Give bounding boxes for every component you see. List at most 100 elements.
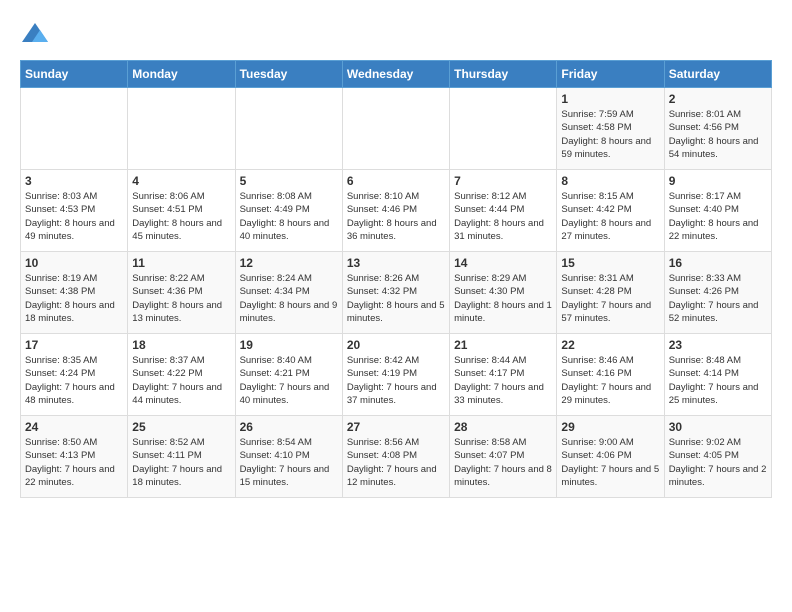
- day-number: 30: [669, 420, 767, 434]
- calendar-cell: 12 Sunrise: 8:24 AM Sunset: 4:34 PM Dayli…: [235, 252, 342, 334]
- day-number: 12: [240, 256, 338, 270]
- calendar-cell: 17 Sunrise: 8:35 AM Sunset: 4:24 PM Dayli…: [21, 334, 128, 416]
- calendar-cell: [342, 88, 449, 170]
- calendar-cell: [450, 88, 557, 170]
- calendar-cell: 7Sunrise: 8:12 AM Sunset: 4:44 PM Daylig…: [450, 170, 557, 252]
- calendar-cell: 15 Sunrise: 8:31 AM Sunset: 4:28 PM Dayli…: [557, 252, 664, 334]
- day-number: 29: [561, 420, 659, 434]
- day-number: 6: [347, 174, 445, 188]
- calendar-cell: [235, 88, 342, 170]
- calendar-cell: 11 Sunrise: 8:22 AM Sunset: 4:36 PM Dayli…: [128, 252, 235, 334]
- day-info: Sunrise: 8:46 AM Sunset: 4:16 PM Dayligh…: [561, 354, 659, 407]
- calendar-cell: 29 Sunrise: 9:00 AM Sunset: 4:06 PM Dayli…: [557, 416, 664, 498]
- calendar-week-5: 24Sunrise: 8:50 AM Sunset: 4:13 PM Dayli…: [21, 416, 772, 498]
- day-number: 17: [25, 338, 123, 352]
- day-number: 1: [561, 92, 659, 106]
- calendar-cell: 3 Sunrise: 8:03 AM Sunset: 4:53 PM Daylig…: [21, 170, 128, 252]
- logo: [20, 20, 54, 50]
- calendar-cell: 9 Sunrise: 8:17 AM Sunset: 4:40 PM Daylig…: [664, 170, 771, 252]
- day-number: 19: [240, 338, 338, 352]
- calendar-week-3: 10 Sunrise: 8:19 AM Sunset: 4:38 PM Dayli…: [21, 252, 772, 334]
- day-number: 3: [25, 174, 123, 188]
- day-number: 25: [132, 420, 230, 434]
- calendar-week-2: 3 Sunrise: 8:03 AM Sunset: 4:53 PM Daylig…: [21, 170, 772, 252]
- calendar-cell: 6 Sunrise: 8:10 AM Sunset: 4:46 PM Daylig…: [342, 170, 449, 252]
- calendar-cell: 5Sunrise: 8:08 AM Sunset: 4:49 PM Daylig…: [235, 170, 342, 252]
- header-tuesday: Tuesday: [235, 61, 342, 88]
- day-number: 18: [132, 338, 230, 352]
- day-info: Sunrise: 9:00 AM Sunset: 4:06 PM Dayligh…: [561, 436, 659, 489]
- calendar-cell: 27Sunrise: 8:56 AM Sunset: 4:08 PM Dayli…: [342, 416, 449, 498]
- day-info: Sunrise: 8:17 AM Sunset: 4:40 PM Dayligh…: [669, 190, 767, 243]
- header-monday: Monday: [128, 61, 235, 88]
- calendar-week-1: 1 Sunrise: 7:59 AM Sunset: 4:58 PM Daylig…: [21, 88, 772, 170]
- calendar-cell: 20 Sunrise: 8:42 AM Sunset: 4:19 PM Dayli…: [342, 334, 449, 416]
- day-number: 4: [132, 174, 230, 188]
- day-info: Sunrise: 8:19 AM Sunset: 4:38 PM Dayligh…: [25, 272, 123, 325]
- day-number: 27: [347, 420, 445, 434]
- day-number: 16: [669, 256, 767, 270]
- header-saturday: Saturday: [664, 61, 771, 88]
- header-wednesday: Wednesday: [342, 61, 449, 88]
- calendar-cell: 4Sunrise: 8:06 AM Sunset: 4:51 PM Daylig…: [128, 170, 235, 252]
- day-info: Sunrise: 8:08 AM Sunset: 4:49 PM Dayligh…: [240, 190, 338, 243]
- day-info: Sunrise: 8:10 AM Sunset: 4:46 PM Dayligh…: [347, 190, 445, 243]
- day-number: 23: [669, 338, 767, 352]
- day-info: Sunrise: 8:15 AM Sunset: 4:42 PM Dayligh…: [561, 190, 659, 243]
- day-info: Sunrise: 7:59 AM Sunset: 4:58 PM Dayligh…: [561, 108, 659, 161]
- calendar-cell: [21, 88, 128, 170]
- day-info: Sunrise: 8:33 AM Sunset: 4:26 PM Dayligh…: [669, 272, 767, 325]
- day-info: Sunrise: 9:02 AM Sunset: 4:05 PM Dayligh…: [669, 436, 767, 489]
- day-info: Sunrise: 8:48 AM Sunset: 4:14 PM Dayligh…: [669, 354, 767, 407]
- day-info: Sunrise: 8:42 AM Sunset: 4:19 PM Dayligh…: [347, 354, 445, 407]
- day-info: Sunrise: 8:54 AM Sunset: 4:10 PM Dayligh…: [240, 436, 338, 489]
- calendar-cell: 21 Sunrise: 8:44 AM Sunset: 4:17 PM Dayli…: [450, 334, 557, 416]
- day-number: 11: [132, 256, 230, 270]
- day-info: Sunrise: 8:24 AM Sunset: 4:34 PM Dayligh…: [240, 272, 338, 325]
- calendar-cell: 18 Sunrise: 8:37 AM Sunset: 4:22 PM Dayli…: [128, 334, 235, 416]
- calendar-cell: 22 Sunrise: 8:46 AM Sunset: 4:16 PM Dayli…: [557, 334, 664, 416]
- day-number: 13: [347, 256, 445, 270]
- day-info: Sunrise: 8:22 AM Sunset: 4:36 PM Dayligh…: [132, 272, 230, 325]
- day-number: 14: [454, 256, 552, 270]
- header-friday: Friday: [557, 61, 664, 88]
- calendar-cell: 28Sunrise: 8:58 AM Sunset: 4:07 PM Dayli…: [450, 416, 557, 498]
- day-info: Sunrise: 8:37 AM Sunset: 4:22 PM Dayligh…: [132, 354, 230, 407]
- day-number: 22: [561, 338, 659, 352]
- header-thursday: Thursday: [450, 61, 557, 88]
- calendar-cell: 19 Sunrise: 8:40 AM Sunset: 4:21 PM Dayli…: [235, 334, 342, 416]
- calendar-week-4: 17 Sunrise: 8:35 AM Sunset: 4:24 PM Dayli…: [21, 334, 772, 416]
- header-sunday: Sunday: [21, 61, 128, 88]
- day-info: Sunrise: 8:52 AM Sunset: 4:11 PM Dayligh…: [132, 436, 230, 489]
- calendar-cell: 24Sunrise: 8:50 AM Sunset: 4:13 PM Dayli…: [21, 416, 128, 498]
- day-number: 2: [669, 92, 767, 106]
- day-info: Sunrise: 8:40 AM Sunset: 4:21 PM Dayligh…: [240, 354, 338, 407]
- day-number: 9: [669, 174, 767, 188]
- calendar-cell: 30 Sunrise: 9:02 AM Sunset: 4:05 PM Dayli…: [664, 416, 771, 498]
- day-number: 26: [240, 420, 338, 434]
- day-info: Sunrise: 8:29 AM Sunset: 4:30 PM Dayligh…: [454, 272, 552, 325]
- calendar-cell: 26 Sunrise: 8:54 AM Sunset: 4:10 PM Dayli…: [235, 416, 342, 498]
- calendar-cell: 16 Sunrise: 8:33 AM Sunset: 4:26 PM Dayli…: [664, 252, 771, 334]
- calendar-cell: 10 Sunrise: 8:19 AM Sunset: 4:38 PM Dayli…: [21, 252, 128, 334]
- day-info: Sunrise: 8:12 AM Sunset: 4:44 PM Dayligh…: [454, 190, 552, 243]
- day-number: 10: [25, 256, 123, 270]
- day-number: 15: [561, 256, 659, 270]
- calendar-cell: 8 Sunrise: 8:15 AM Sunset: 4:42 PM Daylig…: [557, 170, 664, 252]
- calendar-cell: 1 Sunrise: 7:59 AM Sunset: 4:58 PM Daylig…: [557, 88, 664, 170]
- calendar-table: SundayMondayTuesdayWednesdayThursdayFrid…: [20, 60, 772, 498]
- day-number: 8: [561, 174, 659, 188]
- day-info: Sunrise: 8:31 AM Sunset: 4:28 PM Dayligh…: [561, 272, 659, 325]
- calendar-cell: 2Sunrise: 8:01 AM Sunset: 4:56 PM Daylig…: [664, 88, 771, 170]
- logo-icon: [20, 20, 50, 50]
- day-number: 20: [347, 338, 445, 352]
- day-info: Sunrise: 8:44 AM Sunset: 4:17 PM Dayligh…: [454, 354, 552, 407]
- calendar-cell: 13 Sunrise: 8:26 AM Sunset: 4:32 PM Dayli…: [342, 252, 449, 334]
- calendar-cell: 14 Sunrise: 8:29 AM Sunset: 4:30 PM Dayli…: [450, 252, 557, 334]
- calendar-cell: [128, 88, 235, 170]
- day-info: Sunrise: 8:03 AM Sunset: 4:53 PM Dayligh…: [25, 190, 123, 243]
- calendar-header-row: SundayMondayTuesdayWednesdayThursdayFrid…: [21, 61, 772, 88]
- day-info: Sunrise: 8:35 AM Sunset: 4:24 PM Dayligh…: [25, 354, 123, 407]
- day-info: Sunrise: 8:26 AM Sunset: 4:32 PM Dayligh…: [347, 272, 445, 325]
- day-number: 21: [454, 338, 552, 352]
